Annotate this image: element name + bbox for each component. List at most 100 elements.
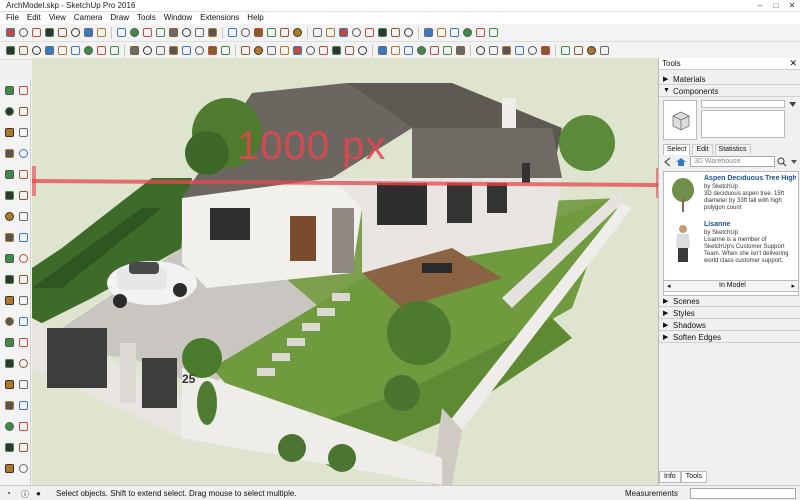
- navigate-back-icon[interactable]: [663, 157, 673, 167]
- item-title[interactable]: Aspen Deciduous Tree High Pol…: [704, 175, 796, 182]
- in-model-left-icon[interactable]: ◂: [667, 282, 671, 290]
- paint-bucket-icon[interactable]: [30, 27, 42, 39]
- paint-bucket-icon[interactable]: [17, 105, 29, 117]
- maximize-button[interactable]: □: [768, 0, 784, 12]
- monochrome-icon[interactable]: [474, 27, 486, 39]
- axes-icon[interactable]: [239, 27, 251, 39]
- iso-view-icon[interactable]: [311, 27, 323, 39]
- tape-measure-icon[interactable]: [56, 45, 68, 57]
- section-plane-icon[interactable]: [376, 45, 388, 57]
- pencil-icon[interactable]: [3, 105, 15, 117]
- pan-icon[interactable]: [265, 27, 277, 39]
- extension-warehouse-icon[interactable]: [585, 45, 597, 57]
- select-icon[interactable]: [487, 45, 499, 57]
- left-view-icon[interactable]: [376, 27, 388, 39]
- group-icon[interactable]: [56, 27, 68, 39]
- monochrome-icon[interactable]: [317, 45, 329, 57]
- orbit-icon[interactable]: [95, 45, 107, 57]
- rectangle-icon[interactable]: [3, 126, 15, 138]
- menu-draw[interactable]: Draw: [106, 12, 133, 24]
- home-icon[interactable]: [675, 157, 687, 167]
- polygon-icon[interactable]: [17, 147, 29, 159]
- close-button[interactable]: ✕: [784, 0, 800, 12]
- section-cuts-icon[interactable]: [402, 45, 414, 57]
- sandbox-icon[interactable]: [3, 420, 15, 432]
- wireframe-icon[interactable]: [265, 45, 277, 57]
- walk-icon[interactable]: [415, 45, 427, 57]
- list-item[interactable]: Aspen Deciduous Tree High Pol… by Sketch…: [664, 174, 798, 216]
- text-icon[interactable]: [17, 273, 29, 285]
- offset-icon[interactable]: [4, 45, 16, 57]
- zoom-icon[interactable]: [128, 45, 140, 57]
- tab-edit[interactable]: Edit: [692, 144, 713, 155]
- select-icon[interactable]: [3, 84, 15, 96]
- component-icon[interactable]: [526, 45, 538, 57]
- textured-icon[interactable]: [461, 27, 473, 39]
- back-view-icon[interactable]: [206, 45, 218, 57]
- pan-icon[interactable]: [17, 315, 29, 327]
- rotate-icon[interactable]: [30, 45, 42, 57]
- menu-edit[interactable]: Edit: [23, 12, 45, 24]
- tab-tools[interactable]: Tools: [680, 471, 708, 483]
- tab-info[interactable]: Info: [659, 471, 681, 483]
- model-viewport[interactable]: 1000 px 25: [32, 58, 658, 485]
- text-icon[interactable]: [226, 27, 238, 39]
- zoom-window-icon[interactable]: [17, 336, 29, 348]
- dimension-icon[interactable]: [17, 252, 29, 264]
- flip-edge-icon[interactable]: [17, 441, 29, 453]
- rotate-icon[interactable]: [3, 210, 15, 222]
- menu-file[interactable]: File: [2, 12, 23, 24]
- warehouse-search-input[interactable]: 3D Warehouse: [690, 156, 775, 167]
- scale-icon[interactable]: [43, 45, 55, 57]
- 3d-text-icon[interactable]: [17, 294, 29, 306]
- menu-extensions[interactable]: Extensions: [196, 12, 243, 24]
- share-model-icon[interactable]: [454, 45, 466, 57]
- text-icon[interactable]: [69, 45, 81, 57]
- section-materials[interactable]: ▶ Materials: [659, 74, 800, 85]
- zoom-extents-icon[interactable]: [291, 27, 303, 39]
- previous-view-icon[interactable]: [17, 357, 29, 369]
- component-name-field[interactable]: [701, 100, 785, 108]
- freehand-icon[interactable]: [17, 168, 29, 180]
- footprint-icon[interactable]: [3, 462, 15, 474]
- measurements-input[interactable]: [690, 488, 796, 499]
- add-detail-icon[interactable]: [3, 441, 15, 453]
- component-icon[interactable]: [43, 27, 55, 39]
- minimize-button[interactable]: –: [752, 0, 768, 12]
- geolocate-icon[interactable]: [487, 27, 499, 39]
- orbit-icon[interactable]: [252, 27, 264, 39]
- eraser-icon[interactable]: [17, 27, 29, 39]
- top-view-icon[interactable]: [167, 45, 179, 57]
- details-arrow-icon[interactable]: [788, 100, 797, 109]
- details-menu-icon[interactable]: [789, 157, 799, 167]
- menu-view[interactable]: View: [45, 12, 70, 24]
- arc-icon[interactable]: [3, 168, 15, 180]
- section-styles[interactable]: ▶ Styles: [659, 308, 800, 319]
- zoom-extents-icon[interactable]: [141, 45, 153, 57]
- section-shadows[interactable]: ▶ Shadows: [659, 320, 800, 331]
- layout-icon[interactable]: [598, 45, 610, 57]
- back-edges-icon[interactable]: [402, 27, 414, 39]
- tape-measure-icon[interactable]: [206, 27, 218, 39]
- geolocation-icon[interactable]: ◔: [6, 489, 11, 498]
- zoom-extents-icon[interactable]: [3, 357, 15, 369]
- geolocate-icon[interactable]: [330, 45, 342, 57]
- tray-close-icon[interactable]: ✕: [789, 58, 797, 69]
- position-camera-icon[interactable]: [441, 45, 453, 57]
- push-pull-icon[interactable]: [128, 27, 140, 39]
- back-edges-icon[interactable]: [252, 45, 264, 57]
- rotate-icon[interactable]: [180, 27, 192, 39]
- section-plane-icon[interactable]: [17, 399, 29, 411]
- right-view-icon[interactable]: [193, 45, 205, 57]
- component-description-field[interactable]: [701, 110, 785, 138]
- section-soften-edges[interactable]: ▶ Soften Edges: [659, 332, 800, 343]
- offset-icon[interactable]: [154, 27, 166, 39]
- display-section-icon[interactable]: [389, 45, 401, 57]
- select-icon[interactable]: [4, 27, 16, 39]
- paint-bucket-icon[interactable]: [513, 45, 525, 57]
- move-icon[interactable]: [3, 189, 15, 201]
- orbit-icon[interactable]: [3, 315, 15, 327]
- follow-me-icon[interactable]: [17, 210, 29, 222]
- xray-icon[interactable]: [239, 45, 251, 57]
- look-around-icon[interactable]: [3, 399, 15, 411]
